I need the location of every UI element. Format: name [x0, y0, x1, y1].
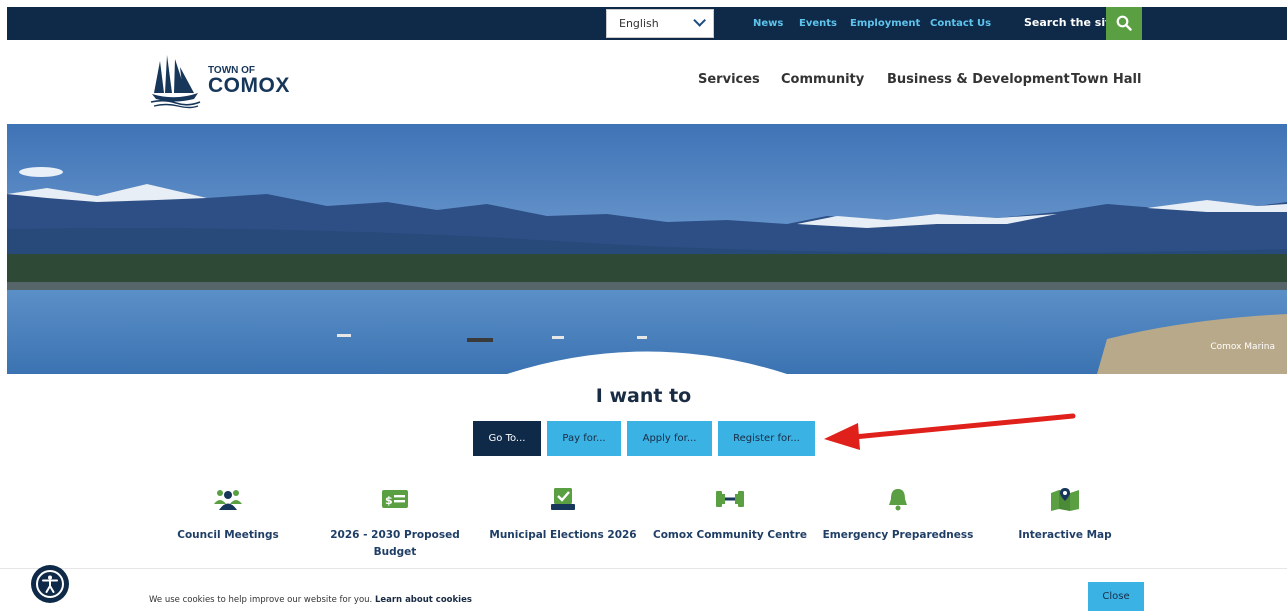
- learn-about-cookies-link[interactable]: Learn about cookies: [375, 595, 472, 605]
- people-icon: [214, 490, 242, 510]
- quicklink-budget[interactable]: $ 2026 - 2030 Proposed Budget: [310, 484, 480, 561]
- nav-community[interactable]: Community: [781, 72, 864, 87]
- nav-town-hall[interactable]: Town Hall: [1071, 72, 1141, 87]
- apply-for-button[interactable]: Apply for...: [627, 421, 712, 456]
- search-icon: [1116, 15, 1132, 31]
- employment-link[interactable]: Employment: [850, 18, 920, 29]
- cookie-banner: We use cookies to help improve our websi…: [0, 568, 1287, 611]
- map-icon: [1051, 488, 1079, 511]
- register-for-button[interactable]: Register for...: [718, 421, 815, 456]
- cookie-message: We use cookies to help improve our websi…: [149, 595, 472, 605]
- search-button[interactable]: [1106, 7, 1142, 40]
- chevron-down-icon: [693, 14, 706, 27]
- quicklink-label: Municipal Elections 2026: [489, 529, 637, 541]
- accessibility-button[interactable]: [31, 565, 69, 603]
- news-link[interactable]: News: [753, 18, 783, 29]
- search-label[interactable]: Search the site: [1024, 16, 1118, 29]
- go-to-button[interactable]: Go To...: [473, 421, 541, 456]
- quicklink-council-meetings[interactable]: Council Meetings: [143, 484, 313, 544]
- quicklink-interactive-map[interactable]: Interactive Map: [980, 484, 1150, 544]
- quicklink-elections[interactable]: Municipal Elections 2026: [478, 484, 648, 544]
- i-want-to-heading: I want to: [595, 385, 692, 407]
- utility-bar: English News Events Employment Contact U…: [7, 7, 1287, 40]
- quicklink-label: Comox Community Centre: [653, 529, 807, 541]
- bell-icon: [889, 489, 907, 511]
- dumbbell-icon: [716, 491, 744, 507]
- logo-line2: COMOX: [208, 74, 290, 97]
- budget-icon: $: [382, 490, 408, 508]
- contact-us-link[interactable]: Contact Us: [930, 18, 991, 29]
- ballot-icon: [551, 488, 575, 510]
- close-button[interactable]: Close: [1088, 582, 1144, 611]
- red-arrow-annotation: [824, 413, 1076, 450]
- hero-image: Comox Marina: [7, 124, 1287, 374]
- language-value: English: [619, 17, 659, 30]
- accessibility-icon: [36, 570, 64, 598]
- quicklink-label: 2026 - 2030 Proposed Budget: [330, 529, 460, 558]
- ship-logo-icon: [150, 55, 201, 109]
- pay-for-button[interactable]: Pay for...: [547, 421, 621, 456]
- quicklink-label: Council Meetings: [177, 529, 279, 541]
- quicklink-emergency[interactable]: Emergency Preparedness: [813, 484, 983, 544]
- cookie-text: We use cookies to help improve our websi…: [149, 595, 373, 605]
- svg-text:$: $: [385, 494, 393, 507]
- quicklink-community-centre[interactable]: Comox Community Centre: [645, 484, 815, 544]
- events-link[interactable]: Events: [799, 18, 837, 29]
- hero-caption: Comox Marina: [1210, 342, 1275, 352]
- language-select[interactable]: English: [606, 9, 714, 38]
- site-logo[interactable]: TOWN OF COMOX: [150, 53, 310, 109]
- quicklink-label: Emergency Preparedness: [822, 529, 974, 541]
- nav-services[interactable]: Services: [698, 72, 760, 87]
- nav-business-development[interactable]: Business & Development: [887, 72, 1070, 87]
- quicklink-label: Interactive Map: [1018, 529, 1112, 541]
